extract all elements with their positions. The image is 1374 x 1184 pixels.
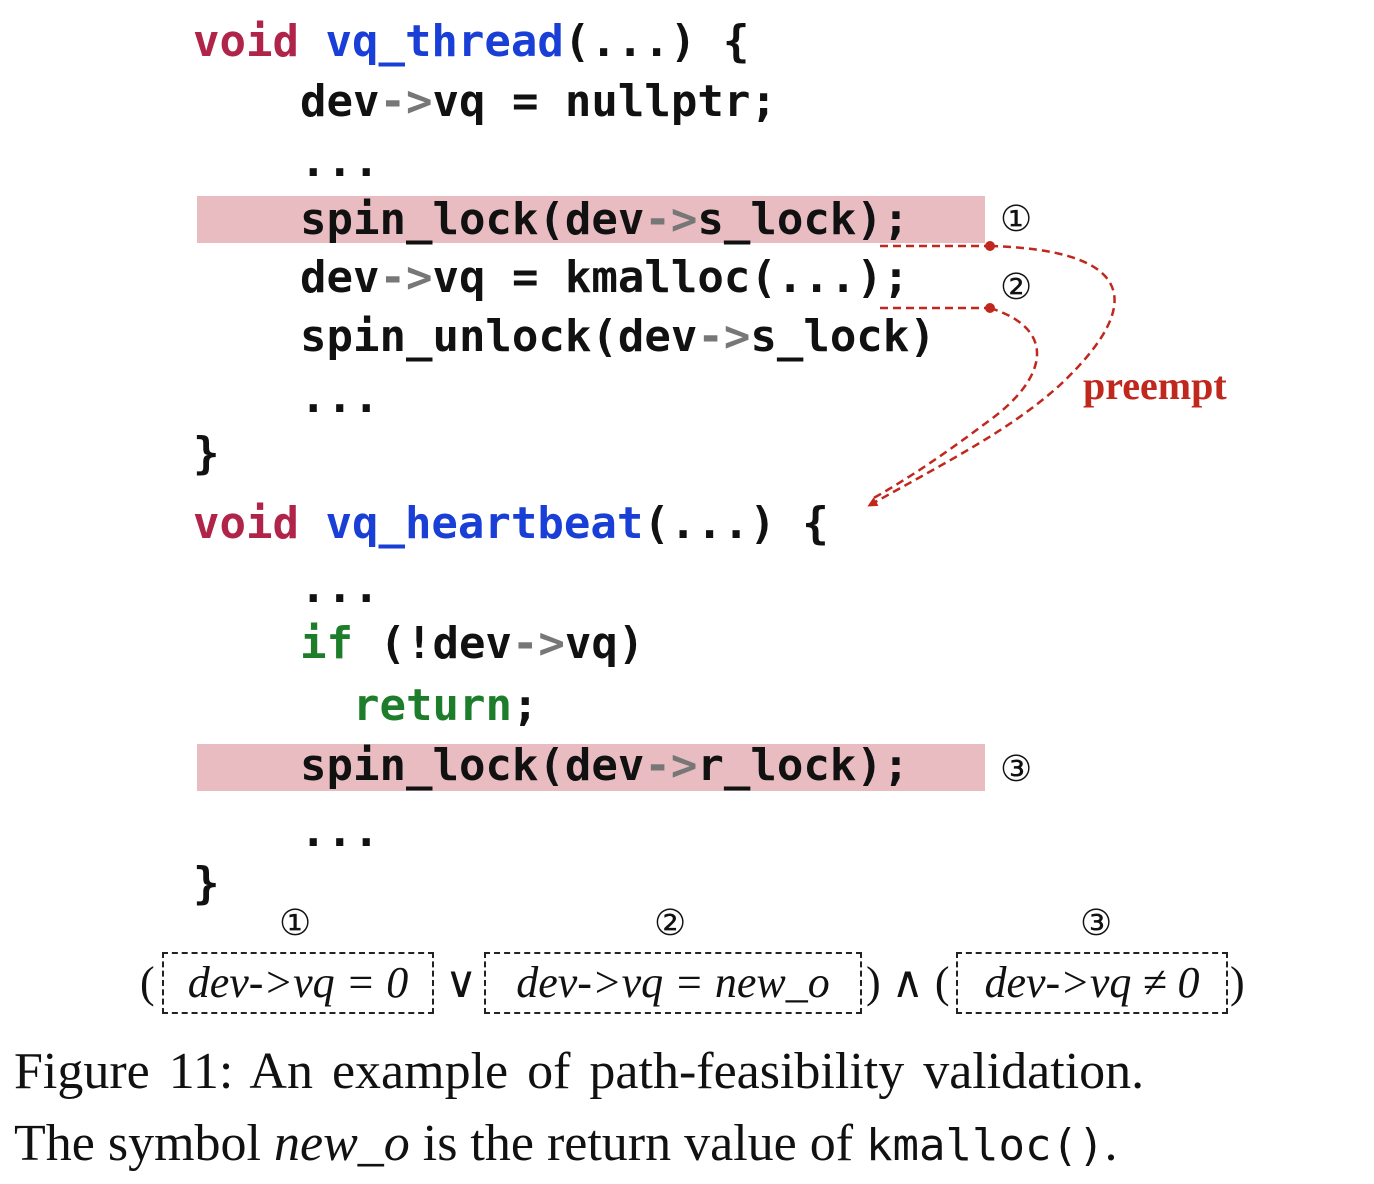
preempt-arrow-1 (867, 244, 1116, 507)
formula-open: ( (140, 958, 155, 1007)
formula-term-2: dev->vq = new_o (484, 952, 862, 1014)
preempt-arrow-2 (869, 306, 1039, 502)
formula-or: ∨ (434, 958, 478, 1007)
caption-symbol: new_o (273, 1115, 410, 1172)
formula-marker-3: ③ (1080, 903, 1113, 944)
formula-term-1: dev->vq = 0 (162, 952, 434, 1014)
formula-and: ) ∧ ( (866, 958, 950, 1007)
formula-close: ) (1230, 958, 1245, 1007)
formula-term-3: dev->vq ≠ 0 (956, 952, 1228, 1014)
preempt-label: preempt (1083, 363, 1227, 408)
caption-line-2: The symbol new_o is the return value of … (14, 1115, 1118, 1172)
dot-2 (985, 303, 995, 313)
formula-marker-1: ① (279, 903, 312, 944)
dot-1 (985, 241, 995, 251)
caption-line-1: Figure 11: An example of path-feasibilit… (14, 1043, 1145, 1100)
formula-marker-2: ② (654, 903, 687, 944)
caption-code: kmalloc() (866, 1120, 1105, 1171)
